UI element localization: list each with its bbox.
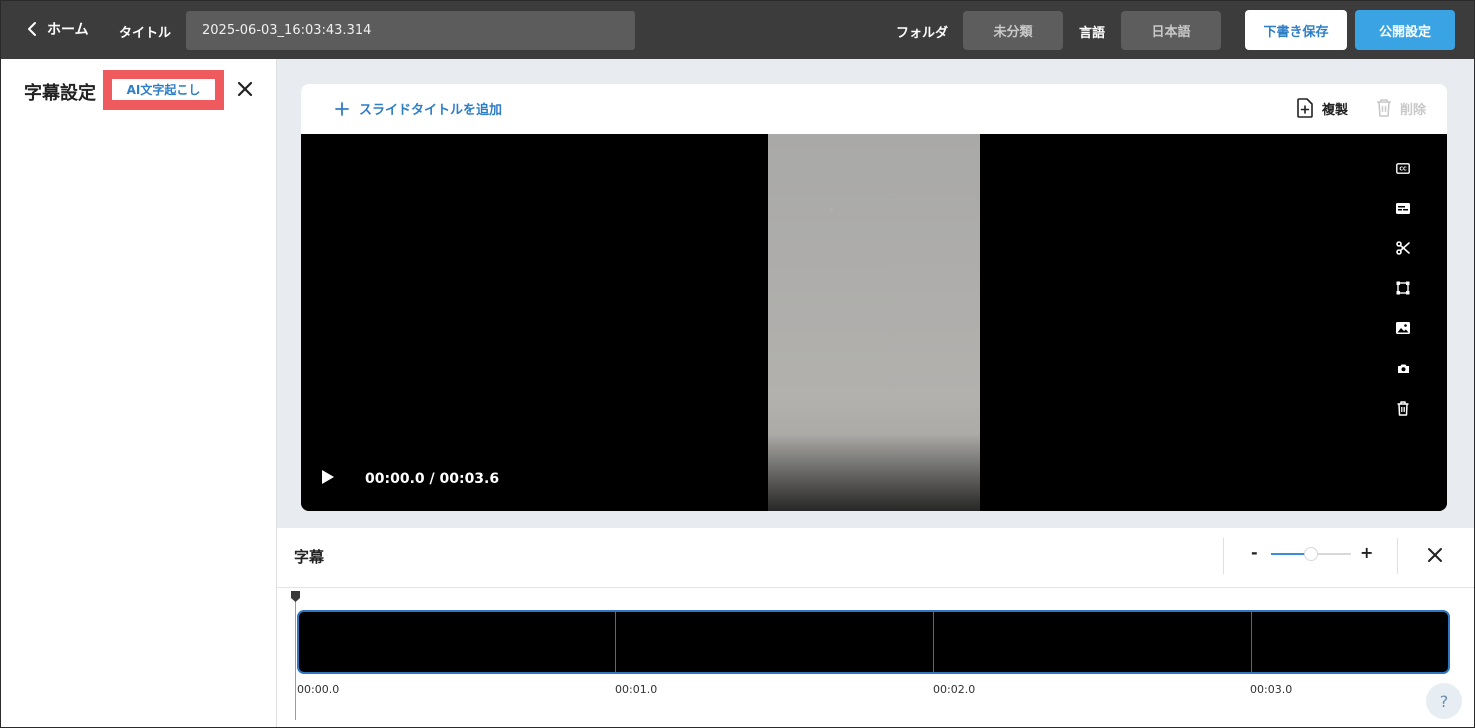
cc-button[interactable]: CC <box>1393 158 1413 178</box>
slide-toolbar: スライドタイトルを追加 複製 削除 <box>301 84 1447 134</box>
svg-text:CC: CC <box>1399 166 1407 172</box>
save-draft-button[interactable]: 下書き保存 <box>1245 10 1347 50</box>
zoom-slider[interactable] <box>1271 547 1351 561</box>
home-link[interactable]: ホーム <box>27 19 89 39</box>
track-divider <box>933 612 934 672</box>
close-panel-button[interactable] <box>236 80 254 102</box>
home-label: ホーム <box>47 22 89 38</box>
time-display: 00:00.0 / 00:03.6 <box>365 471 500 487</box>
trash-icon <box>1397 400 1409 416</box>
tick-label: 00:01.0 <box>615 683 658 696</box>
timeline-title: 字幕 <box>294 548 325 566</box>
zoom-slider-thumb[interactable] <box>1304 547 1318 561</box>
delete-button[interactable]: 削除 <box>1376 98 1426 118</box>
duplicate-icon <box>1297 98 1313 118</box>
zoom-out-button[interactable]: - <box>1251 543 1258 562</box>
app-frame: ホーム タイトル フォルダ 未分類 言語 日本語 下書き保存 公開設定 字幕設定… <box>0 0 1475 728</box>
timeline-header: 字幕 - + <box>277 528 1474 588</box>
snapshot-button[interactable] <box>1393 358 1413 378</box>
trash-icon <box>1377 99 1391 117</box>
playhead-line <box>295 594 296 720</box>
timeline: 00:00.0 00:01.0 00:02.0 00:03.0 ? <box>277 588 1474 727</box>
video-player[interactable]: 00:00.0 / 00:03.6 CC <box>301 134 1447 511</box>
add-slide-title-button[interactable]: スライドタイトルを追加 <box>335 99 502 118</box>
play-button[interactable] <box>321 469 335 489</box>
playhead-handle[interactable] <box>290 588 301 607</box>
ai-transcription-button[interactable]: AI文字起こし <box>103 70 224 110</box>
folder-label: フォルダ <box>896 26 949 41</box>
ai-transcription-label: AI文字起こし <box>112 79 215 100</box>
zoom-in-button[interactable]: + <box>1360 543 1373 562</box>
divider <box>1223 538 1224 574</box>
scissors-icon <box>1396 241 1410 255</box>
slide-card: スライドタイトルを追加 複製 削除 00:00.0 / 00:03.6 CC <box>301 84 1447 511</box>
title-input[interactable] <box>186 11 635 50</box>
track-divider <box>1251 612 1252 672</box>
image-icon <box>1396 322 1410 334</box>
track-divider <box>615 612 616 672</box>
cut-button[interactable] <box>1393 238 1413 258</box>
camera-icon <box>1397 364 1409 373</box>
tick-label: 00:00.0 <box>297 683 340 696</box>
chevron-left-icon <box>28 22 36 36</box>
plus-icon <box>335 101 349 116</box>
duplicate-button[interactable]: 複製 <box>1296 98 1348 118</box>
video-track[interactable] <box>297 610 1450 674</box>
panel-title: 字幕設定 <box>24 83 96 104</box>
duplicate-label: 複製 <box>1322 102 1349 118</box>
close-icon <box>1428 548 1442 562</box>
help-button[interactable]: ? <box>1426 683 1462 719</box>
top-bar: ホーム タイトル フォルダ 未分類 言語 日本語 下書き保存 公開設定 <box>1 1 1474 59</box>
language-select[interactable]: 日本語 <box>1121 11 1221 50</box>
playhead-marker-icon <box>291 591 300 602</box>
title-label: タイトル <box>119 26 172 41</box>
image-button[interactable] <box>1393 318 1413 338</box>
tick-label: 00:02.0 <box>933 683 976 696</box>
tick-label: 00:03.0 <box>1250 683 1293 696</box>
crop-icon <box>1396 281 1410 295</box>
cc-icon: CC <box>1396 162 1410 174</box>
play-icon <box>322 470 334 484</box>
subtitle-timeline-panel: 字幕 - + 00:00.0 00:01.0 00:02.0 00:03.0 ? <box>277 528 1474 727</box>
subtitle-style-button[interactable] <box>1393 198 1413 218</box>
delete-media-button[interactable] <box>1393 398 1413 418</box>
crop-button[interactable] <box>1393 278 1413 298</box>
close-timeline-button[interactable] <box>1427 547 1443 567</box>
close-icon <box>237 81 253 97</box>
subtitles-icon <box>1396 202 1410 214</box>
folder-select[interactable]: 未分類 <box>963 11 1063 50</box>
add-slide-title-label: スライドタイトルを追加 <box>359 103 503 118</box>
divider <box>1397 538 1398 574</box>
delete-label: 削除 <box>1400 102 1427 118</box>
publish-settings-button[interactable]: 公開設定 <box>1355 10 1455 50</box>
subtitle-settings-panel: 字幕設定 AI文字起こし <box>1 59 277 727</box>
language-label: 言語 <box>1079 26 1106 41</box>
slide-editor: スライドタイトルを追加 複製 削除 00:00.0 / 00:03.6 CC <box>277 59 1474 528</box>
